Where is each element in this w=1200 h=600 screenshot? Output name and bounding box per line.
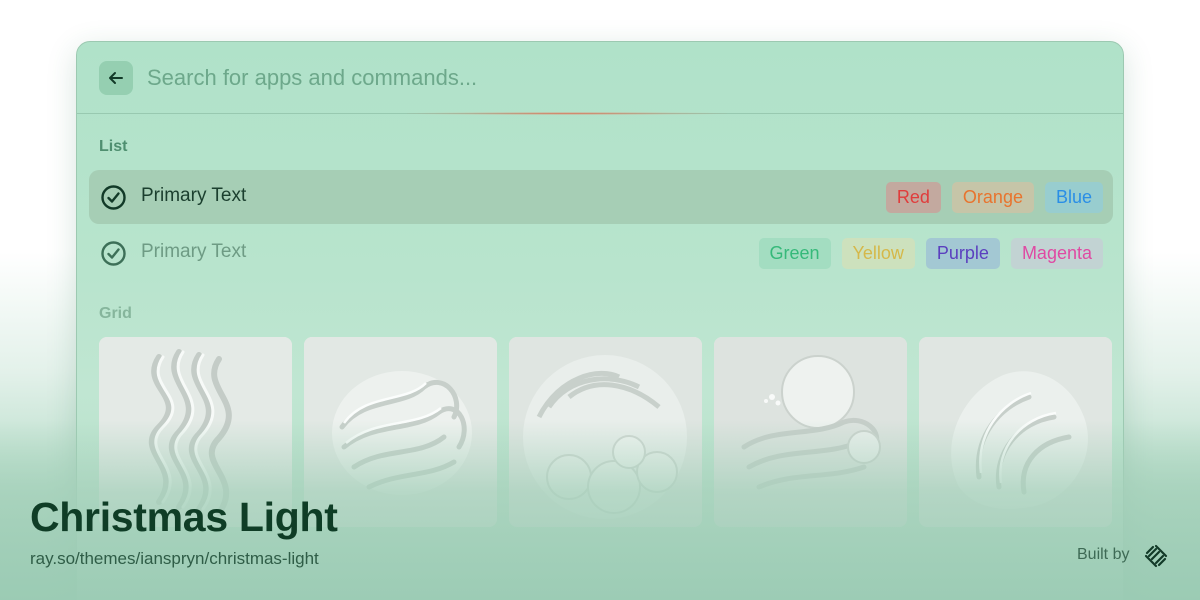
arrow-left-icon [109, 72, 123, 84]
list-item-label: Primary Text [141, 241, 247, 262]
list-item[interactable]: Primary Text Green Yellow Purple Magenta [89, 226, 1113, 280]
tag-red: Red [885, 182, 941, 213]
raycast-logo-icon[interactable] [1143, 543, 1169, 569]
tag-orange: Orange [951, 182, 1034, 213]
tag-group: Green Yellow Purple Magenta [758, 238, 1103, 269]
search-input[interactable] [147, 60, 1047, 96]
loading-glow [407, 112, 727, 115]
list-item[interactable]: Primary Text Red Orange Blue [89, 170, 1113, 224]
built-by-label: Built by [1077, 546, 1130, 563]
tag-yellow: Yellow [841, 238, 915, 269]
tag-magenta: Magenta [1010, 238, 1103, 269]
tag-purple: Purple [925, 238, 1000, 269]
tag-green: Green [758, 238, 831, 269]
theme-title: Christmas Light [30, 494, 338, 540]
tag-blue: Blue [1044, 182, 1103, 213]
theme-url[interactable]: ray.so/themes/ianspryn/christmas-light [30, 549, 319, 569]
list-section-title: List [99, 138, 128, 155]
tag-group: Red Orange Blue [885, 182, 1103, 213]
list-item-label: Primary Text [141, 185, 247, 206]
search-bar [77, 42, 1123, 114]
check-circle-icon [101, 185, 126, 210]
check-circle-icon [101, 241, 126, 266]
grid-section-title: Grid [99, 305, 132, 322]
back-button[interactable] [99, 61, 133, 95]
